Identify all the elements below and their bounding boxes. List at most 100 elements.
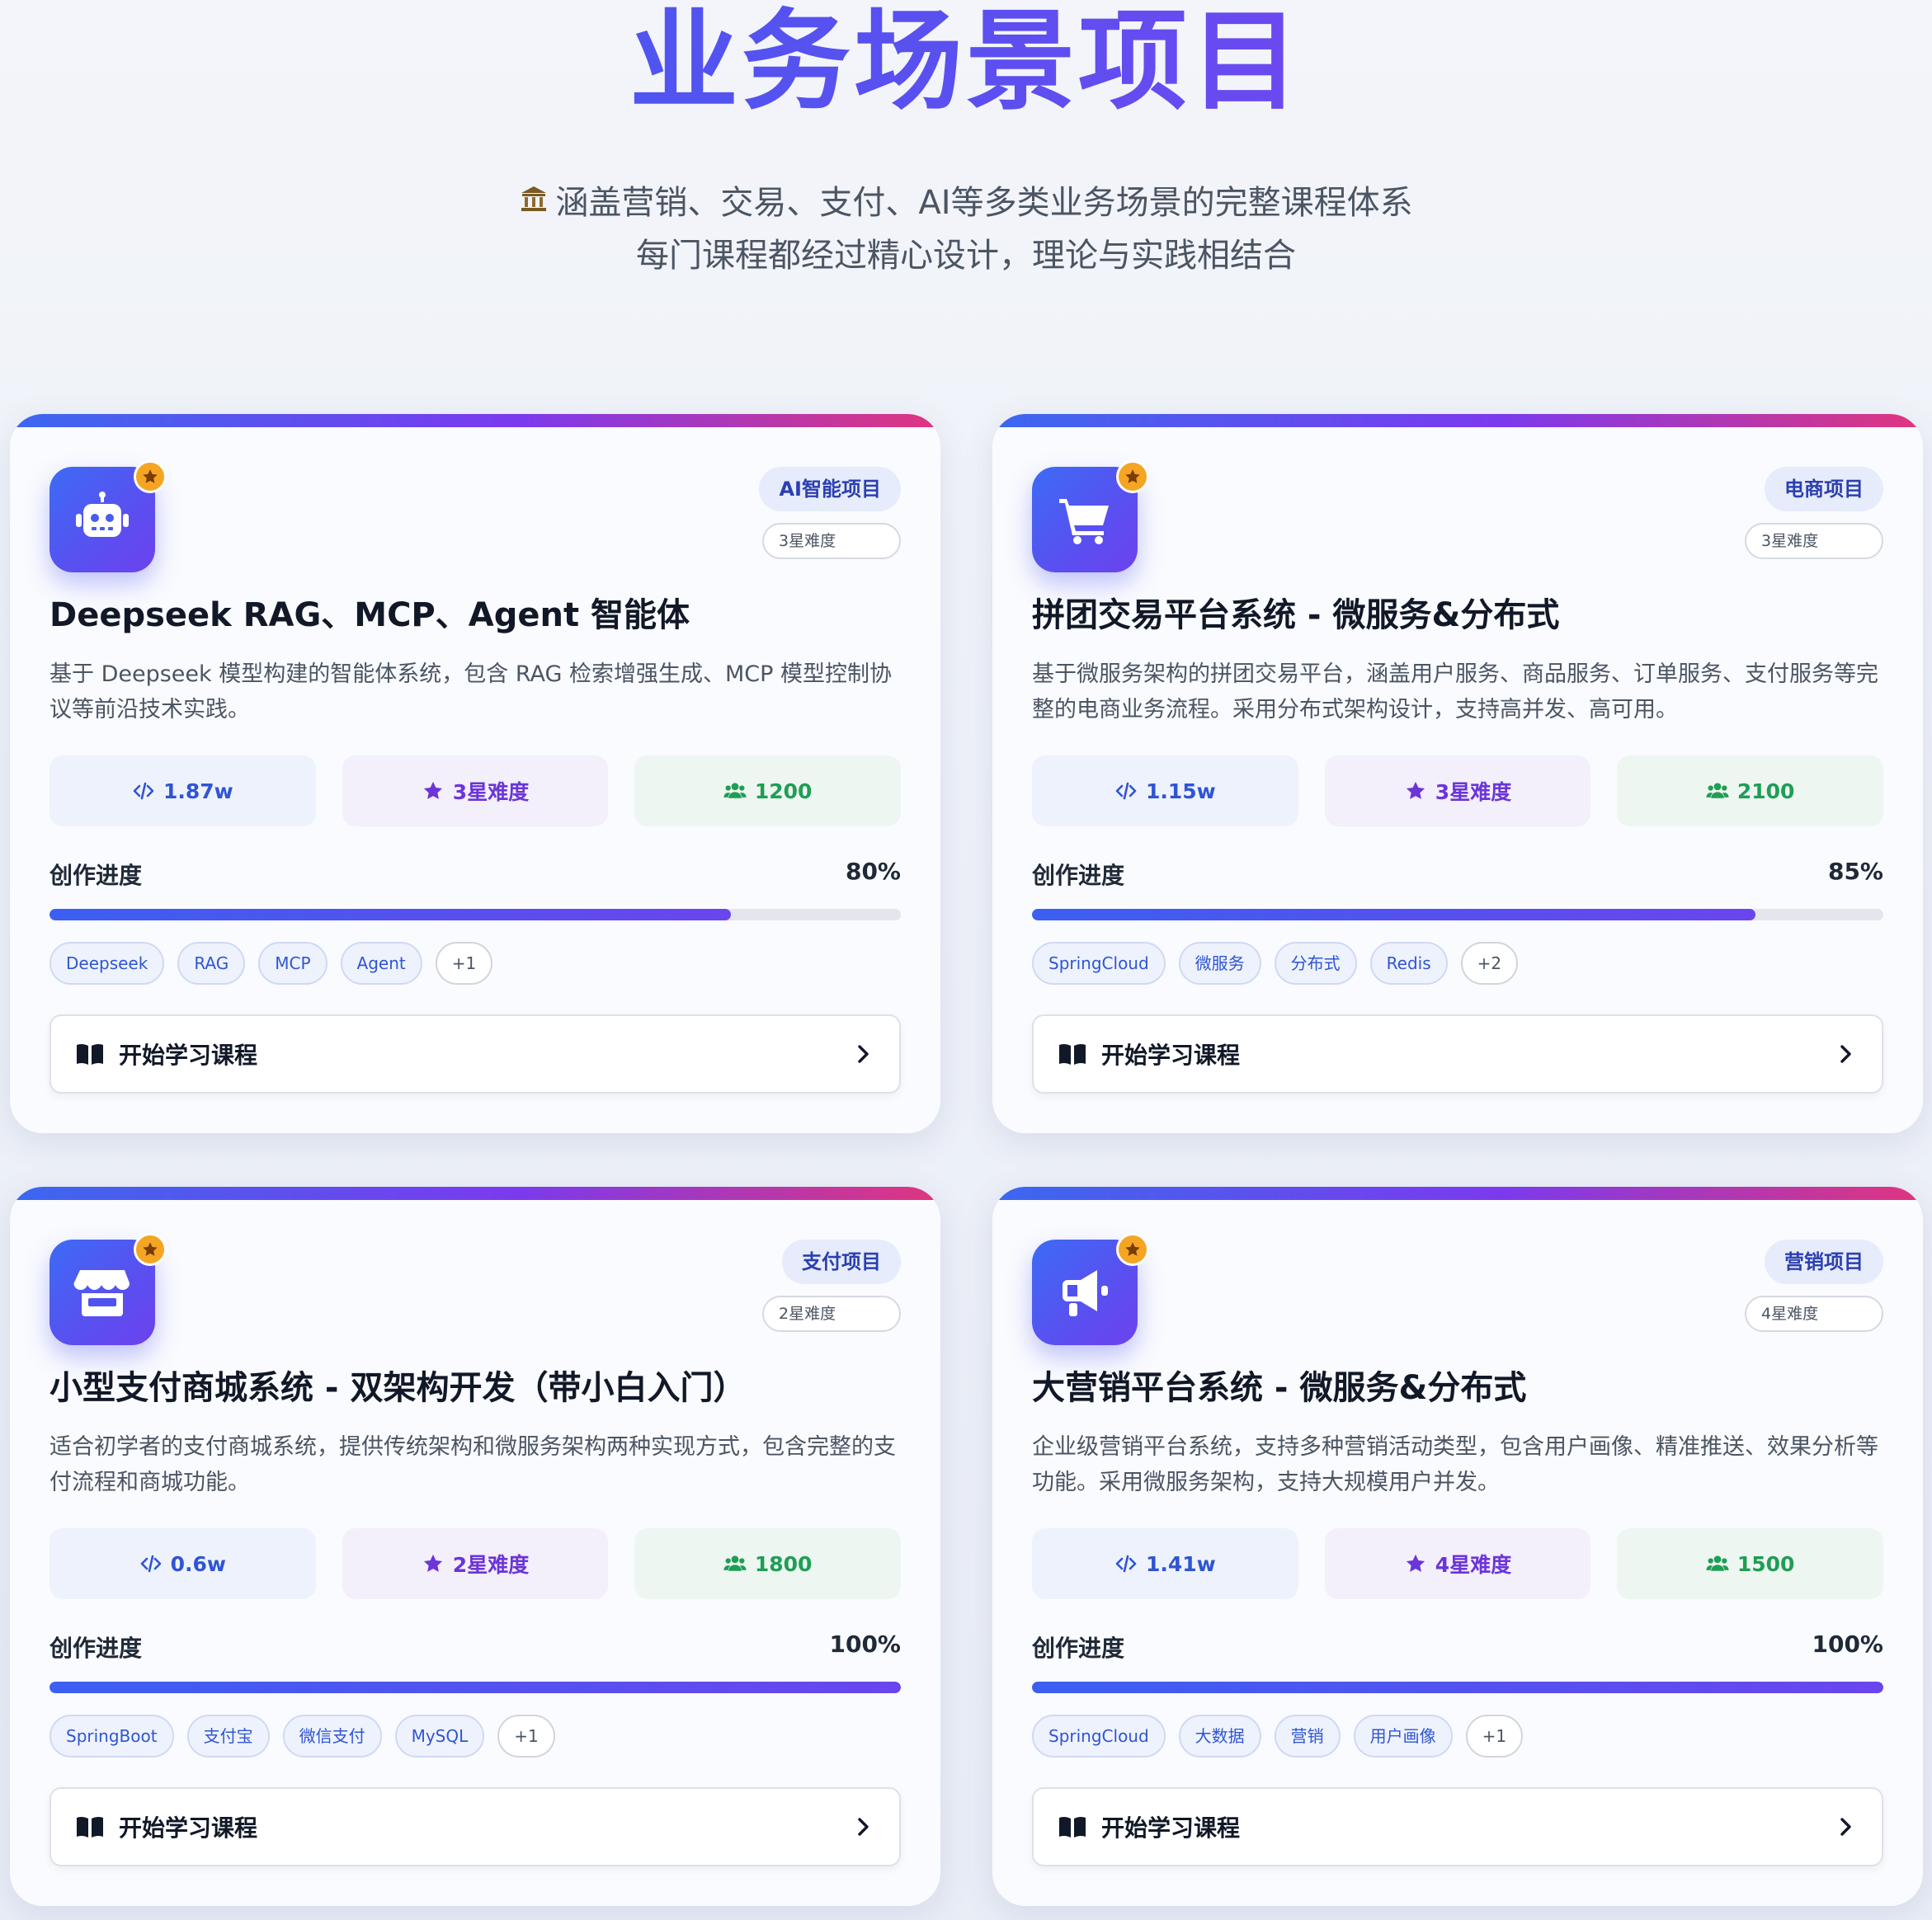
start-course-button[interactable]: 开始学习课程 (49, 1787, 901, 1866)
progress-value: 80% (845, 858, 901, 885)
progress-fill (49, 909, 731, 920)
code-icon (140, 1555, 161, 1573)
stat-views: 1.87w (49, 755, 316, 826)
progress-bar (49, 909, 901, 920)
tag[interactable]: 微服务 (1178, 942, 1261, 985)
robot-icon (76, 492, 129, 537)
progress-value: 100% (1812, 1631, 1883, 1658)
card-title[interactable]: 小型支付商城系统 - 双架构开发（带小白入门） (49, 1365, 901, 1411)
project-card-1[interactable]: AI智能项目 3星难度 Deepseek RAG、MCP、Agent 智能体 基… (10, 414, 940, 1133)
tag[interactable]: Redis (1369, 942, 1448, 985)
tag[interactable]: Agent (340, 942, 422, 985)
stat-users-value: 1800 (754, 1551, 813, 1576)
tag[interactable]: RAG (177, 942, 246, 985)
start-course-button[interactable]: 开始学习课程 (49, 1014, 901, 1094)
stat-level-value: 2星难度 (452, 1553, 530, 1577)
progress-label: 创作进度 (1032, 1635, 1125, 1662)
chevron-right-icon (858, 1818, 869, 1836)
card-title[interactable]: 拼团交易平台系统 - 微服务&分布式 (1032, 592, 1883, 638)
stat-views-value: 1.87w (163, 779, 233, 803)
code-icon (1115, 1555, 1137, 1573)
project-card-2[interactable]: 电商项目 3星难度 拼团交易平台系统 - 微服务&分布式 基于微服务架构的拼团交… (992, 414, 1923, 1133)
card-description: 适合初学者的支付商城系统，提供传统架构和微服务架构两种实现方式，包含完整的支付流… (49, 1434, 896, 1495)
book-icon (1059, 1043, 1086, 1065)
users-icon (1706, 1555, 1729, 1571)
tag[interactable]: SpringCloud (1032, 1715, 1166, 1758)
progress-fill (49, 1682, 901, 1693)
tag[interactable]: 分布式 (1274, 942, 1357, 985)
category-badge: 营销项目 (1765, 1240, 1883, 1284)
tag[interactable]: MySQL (394, 1715, 485, 1758)
start-course-label: 开始学习课程 (1101, 1814, 1241, 1842)
progress-bar (1032, 1682, 1883, 1693)
start-course-button[interactable]: 开始学习课程 (1032, 1014, 1883, 1094)
card-title[interactable]: 大营销平台系统 - 微服务&分布式 (1032, 1365, 1883, 1411)
chevron-right-icon (1840, 1818, 1851, 1836)
difficulty-badge: 3星难度 (1745, 523, 1883, 559)
more-tags-badge[interactable]: +1 (497, 1715, 555, 1758)
project-card-3[interactable]: 支付项目 2星难度 小型支付商城系统 - 双架构开发（带小白入门） 适合初学者的… (10, 1187, 940, 1906)
page-title: 业务场景项目 (0, 0, 1932, 124)
start-course-label: 开始学习课程 (1101, 1042, 1241, 1069)
star-icon (423, 781, 442, 799)
stats-row: 0.6w 2星难度 1800 (49, 1528, 902, 1599)
progress-fill (1032, 1682, 1883, 1693)
tag[interactable]: MCP (258, 942, 327, 985)
category-badge: 支付项目 (782, 1240, 901, 1284)
card-accent-bar (992, 1187, 1923, 1200)
users-icon (723, 1555, 747, 1571)
more-tags-badge[interactable]: +2 (1460, 942, 1519, 985)
start-course-button[interactable]: 开始学习课程 (1032, 1787, 1883, 1866)
difficulty-badge: 3星难度 (762, 523, 901, 559)
tag-list: SpringBoot 支付宝 微信支付 MySQL +1 (49, 1715, 901, 1758)
stat-level-value: 3星难度 (1435, 780, 1512, 804)
stat-views-value: 1.41w (1145, 1551, 1216, 1576)
stat-users: 1500 (1617, 1528, 1884, 1599)
card-description: 企业级营销平台系统，支持多种营销活动类型，包含用户画像、精准推送、效果分析等功能… (1032, 1434, 1878, 1495)
book-icon (77, 1043, 103, 1065)
chevron-right-icon (1840, 1045, 1851, 1063)
tag-list: SpringCloud 微服务 分布式 Redis +2 (1032, 942, 1883, 985)
more-tags-badge[interactable]: +1 (435, 942, 493, 985)
store-icon (73, 1270, 130, 1316)
tag[interactable]: 支付宝 (186, 1715, 270, 1758)
category-badge: 电商项目 (1765, 467, 1883, 511)
card-accent-bar (10, 414, 940, 427)
progress-fill (1032, 909, 1756, 920)
category-badge: AI智能项目 (759, 467, 901, 511)
star-icon (1406, 1554, 1425, 1572)
stat-level: 4星难度 (1324, 1528, 1591, 1599)
tag[interactable]: Deepseek (49, 942, 165, 985)
stat-views-value: 0.6w (170, 1551, 227, 1576)
code-icon (1115, 782, 1137, 800)
star-icon (1116, 1233, 1149, 1266)
chevron-right-icon (858, 1045, 869, 1063)
tag[interactable]: SpringCloud (1032, 942, 1166, 985)
tag[interactable]: 大数据 (1178, 1715, 1261, 1758)
shopping-cart-icon (1059, 499, 1109, 544)
progress-bar (49, 1682, 901, 1693)
tag[interactable]: 营销 (1274, 1715, 1341, 1758)
card-accent-bar (992, 414, 1923, 427)
start-course-label: 开始学习课程 (119, 1042, 258, 1069)
tag[interactable]: 微信支付 (282, 1715, 382, 1758)
progress-label: 创作进度 (1032, 862, 1125, 889)
book-icon (77, 1816, 103, 1838)
tag[interactable]: SpringBoot (49, 1715, 174, 1758)
stat-users: 1200 (634, 755, 902, 826)
project-card-4[interactable]: 营销项目 4星难度 大营销平台系统 - 微服务&分布式 企业级营销平台系统，支持… (992, 1187, 1923, 1906)
subtitle-line-2: 每门课程都经过精心设计，理论与实践相结合 (636, 237, 1296, 275)
page-subtitle: 涵盖营销、交易、支付、AI等多类业务场景的完整课程体系 每门课程都经过精心设计，… (0, 176, 1932, 282)
progress-label: 创作进度 (49, 1635, 143, 1662)
difficulty-badge: 2星难度 (762, 1296, 901, 1332)
stat-level: 3星难度 (1324, 755, 1591, 826)
progress-value: 85% (1827, 858, 1883, 885)
more-tags-badge[interactable]: +1 (1465, 1715, 1524, 1758)
tag[interactable]: 用户画像 (1353, 1715, 1453, 1758)
stat-views: 1.41w (1032, 1528, 1298, 1599)
card-title[interactable]: Deepseek RAG、MCP、Agent 智能体 (49, 592, 901, 638)
tag-list: SpringCloud 大数据 营销 用户画像 +1 (1032, 1715, 1883, 1758)
stat-users-value: 2100 (1736, 779, 1795, 803)
subtitle-text-1: 涵盖营销、交易、支付、AI等多类业务场景的完整课程体系 (555, 184, 1413, 222)
difficulty-badge: 4星难度 (1745, 1296, 1883, 1332)
